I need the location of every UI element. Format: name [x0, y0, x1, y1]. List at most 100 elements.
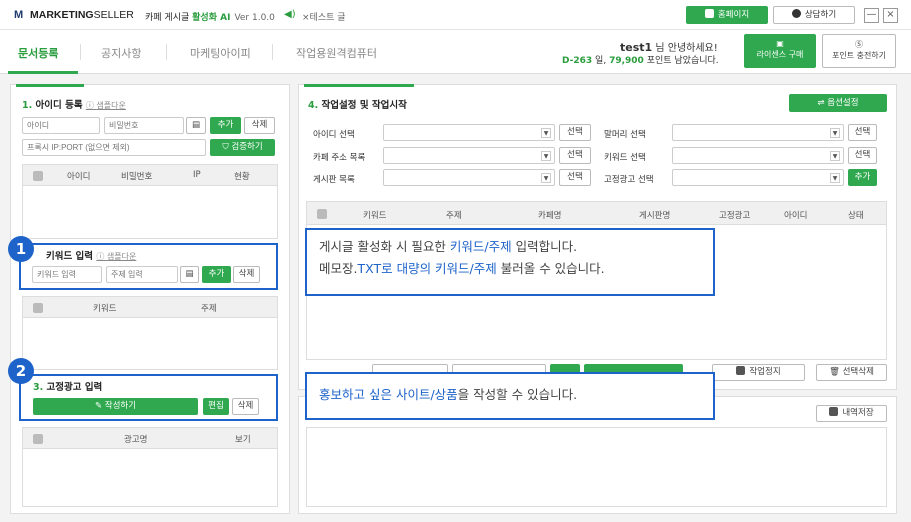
point-charge-label: 포인트 충전하기: [831, 51, 887, 60]
chat-icon: [791, 9, 801, 18]
section4-title-text: 작업설정 및 작업시작: [321, 100, 407, 111]
callout1-line2-pre: 메모장.: [319, 261, 358, 276]
col-fixed-ad: 고정광고: [719, 211, 751, 221]
label-board-list: 게시판 목록: [313, 175, 355, 185]
consult-label: 상담하기: [804, 10, 837, 20]
id-delete-button[interactable]: 삭제: [244, 117, 275, 134]
work-table-header: 키워드 주제 카페명 게시판명 고정광고 아이디 상태: [306, 201, 887, 225]
ad-add-button[interactable]: 추가: [848, 169, 877, 186]
section1-sample-label: 샘플다운: [96, 101, 126, 110]
save-log-button[interactable]: 내역저장: [816, 405, 887, 422]
label-keyword-select: 키워드 선택: [604, 153, 646, 163]
keyword-select-button[interactable]: 선택: [848, 147, 877, 164]
col-keyword: 키워드: [93, 304, 117, 314]
stop-icon: [736, 366, 746, 375]
section1-sample-link[interactable]: ⓘ 샘플다운: [86, 101, 126, 110]
col-view: 보기: [235, 435, 251, 445]
select-all-checkbox[interactable]: [33, 434, 43, 444]
prefix-select[interactable]: ▼: [672, 124, 844, 141]
stop-button[interactable]: 작업정지: [712, 364, 805, 381]
step-badge-2: 2: [8, 358, 34, 384]
id-input[interactable]: [22, 117, 100, 134]
chevron-down-icon: ▼: [541, 173, 551, 183]
options-button[interactable]: ⇌ 옵션설정: [789, 94, 887, 112]
license-purchase-button[interactable]: ▣ 라이센스 구매: [744, 34, 816, 68]
points-suffix: 포인트 남았습니다.: [646, 56, 719, 66]
store-icon: [704, 9, 714, 18]
dday-unit: 일,: [595, 56, 607, 66]
speaker-icon: ◀): [284, 9, 296, 20]
label-cafe-list: 카페 주소 목록: [313, 153, 366, 163]
tab-divider: [166, 44, 167, 60]
right-panel-accent: [304, 84, 414, 87]
user-greeting: test1 님 안녕하세요!: [620, 39, 718, 54]
prefix-select-button[interactable]: 선택: [848, 124, 877, 141]
tab-document-register[interactable]: 문서등록: [18, 45, 58, 61]
col-cafe-name: 카페명: [538, 211, 562, 221]
password-input[interactable]: [104, 117, 184, 134]
keyword-highlight-box: [19, 243, 278, 290]
homepage-button[interactable]: 홈페이지: [686, 6, 768, 24]
verify-button[interactable]: ⛉ 검증하기: [210, 139, 275, 156]
brand-rest: SELLER: [93, 9, 134, 21]
keyword-table-body: [22, 318, 278, 370]
chevron-down-icon: ▼: [541, 128, 551, 138]
id-select[interactable]: ▼: [383, 124, 555, 141]
coin-icon: Ⓢ: [855, 40, 863, 49]
id-select-button[interactable]: 선택: [559, 124, 591, 141]
col-board-name: 게시판명: [639, 211, 671, 221]
ad-select[interactable]: ▼: [672, 169, 844, 186]
keyword-callout: 게시글 활성화 시 필요한 키워드/주제 입력합니다. 메모장.TXT로 대량의…: [305, 228, 715, 296]
cafe-select[interactable]: ▼: [383, 147, 555, 164]
select-all-checkbox[interactable]: [317, 209, 327, 219]
point-charge-button[interactable]: Ⓢ 포인트 충전하기: [822, 34, 896, 68]
keyword-table-header: 키워드 주제: [22, 296, 278, 318]
board-select-button[interactable]: 선택: [559, 169, 591, 186]
callout1-line2-highlight: TXT로 대량의 키워드/주제: [357, 261, 497, 276]
active-tab-indicator: [8, 71, 78, 74]
ad-table-body: [22, 449, 278, 507]
ad-highlight-box: [19, 374, 278, 421]
consult-button[interactable]: 상담하기: [773, 6, 855, 24]
section4-number: 4.: [308, 100, 319, 111]
tab-marketing-ip[interactable]: 마케팅아이피: [190, 45, 251, 61]
tab-remote-computer[interactable]: 작업용원격컴퓨터: [296, 45, 377, 61]
license-purchase-label: 라이센스 구매: [756, 50, 804, 59]
proxy-input[interactable]: [22, 139, 206, 156]
stop-label: 작업정지: [749, 367, 781, 377]
ad-callout: 홍보하고 싶은 사이트/상품을 작성할 수 있습니다.: [305, 372, 715, 420]
homepage-label: 홈페이지: [717, 10, 750, 20]
col-status: 상태: [848, 211, 864, 221]
cafe-select-button[interactable]: 선택: [559, 147, 591, 164]
license-status: D-263 일, 79,900 포인트 남았습니다.: [562, 53, 719, 66]
folder-icon[interactable]: ▤: [186, 117, 206, 134]
col-topic: 주제: [446, 211, 462, 221]
dday-value: D-263: [562, 56, 593, 66]
tab-divider: [80, 44, 81, 60]
brand-bold: MARKETING: [30, 9, 94, 21]
minimize-button[interactable]: —: [864, 8, 879, 23]
select-all-checkbox[interactable]: [33, 171, 43, 181]
col-status: 현황: [234, 172, 250, 182]
col-ip: IP: [193, 170, 201, 180]
left-panel-accent: [16, 84, 84, 87]
section1-title-text: 아이디 등록: [35, 100, 83, 111]
keyword-select[interactable]: ▼: [672, 147, 844, 164]
id-add-button[interactable]: 추가: [210, 117, 241, 134]
save-log-label: 내역저장: [842, 408, 874, 418]
tab-notice[interactable]: 공지사항: [101, 45, 141, 61]
select-all-checkbox[interactable]: [33, 303, 43, 313]
label-prefix-select: 말머리 선택: [604, 130, 646, 140]
callout1-line1-pre: 게시글 활성화 시 필요한: [319, 239, 450, 254]
delete-selected-button[interactable]: 🗑︎ 선택삭제: [816, 364, 887, 381]
app-name: 카페 게시글: [145, 13, 190, 23]
callout1-line1: 게시글 활성화 시 필요한 키워드/주제 입력합니다.: [319, 236, 701, 258]
delete-selected-label: 선택삭제: [842, 367, 874, 377]
callout1-line1-post: 입력합니다.: [511, 239, 578, 254]
chevron-down-icon: ▼: [830, 151, 840, 161]
save-icon: [829, 407, 839, 416]
board-select[interactable]: ▼: [383, 169, 555, 186]
col-ad-name: 광고명: [124, 435, 148, 445]
chevron-down-icon: ▼: [830, 128, 840, 138]
close-button[interactable]: ×: [883, 8, 898, 23]
